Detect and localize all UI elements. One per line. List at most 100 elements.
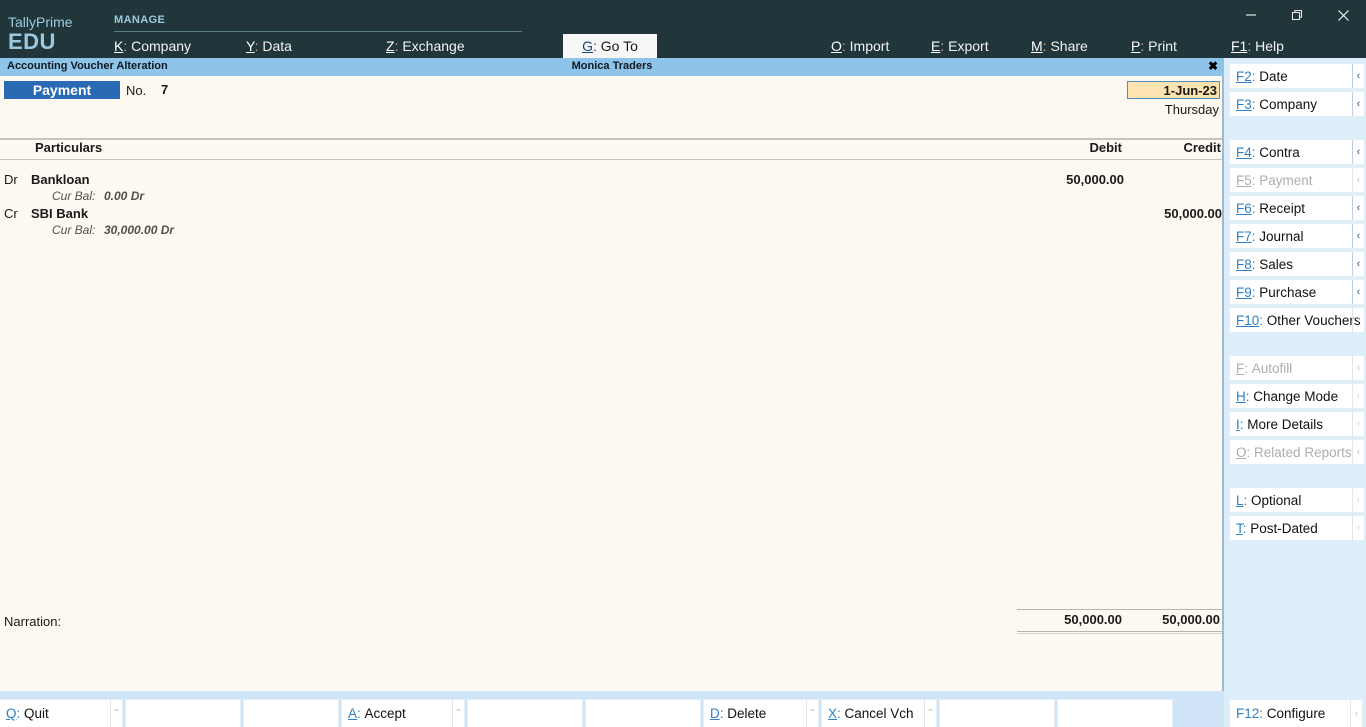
menu-item-share[interactable]: M: Share <box>1031 38 1088 54</box>
bottom-hotkey: X <box>828 706 838 721</box>
bottom-button-cancel-vch[interactable]: X: Cancel Vch ⌃ <box>822 700 936 727</box>
sidebar-button-autofill: F: Autofill ‹ <box>1230 356 1364 380</box>
sidebar-button-sales[interactable]: F8: Sales ‹ <box>1230 252 1364 276</box>
menu-label: Data <box>262 38 292 54</box>
voucher-date-field[interactable]: 1-Jun-23 <box>1127 81 1220 99</box>
entry-ledger-name[interactable]: Bankloan <box>31 172 90 187</box>
configure-button[interactable]: F12: Configure ‹ <box>1230 700 1362 727</box>
chevron-left-icon: ‹ <box>1352 140 1364 164</box>
chevron-left-icon: ‹ <box>1352 412 1364 436</box>
entry-credit-amount[interactable]: 50,000.00 <box>1164 206 1222 221</box>
chevron-left-icon: ‹ <box>1352 280 1364 304</box>
manage-divider <box>114 31 522 32</box>
menu-hotkey: P <box>1131 38 1141 54</box>
totals-divider-bottom2 <box>1017 633 1222 634</box>
menu-label: Import <box>849 38 890 54</box>
sidebar-hotkey: F7 <box>1236 228 1252 244</box>
sidebar-button-label: Receipt <box>1259 200 1306 216</box>
configure-label: Configure <box>1266 706 1326 721</box>
voucher-type-badge[interactable]: Payment <box>4 81 120 99</box>
sidebar-button-label: Company <box>1259 96 1318 112</box>
chevron-left-icon: ‹ <box>1352 168 1364 192</box>
column-header-particulars: Particulars <box>35 140 103 155</box>
menu-label: Help <box>1255 38 1284 54</box>
configure-hotkey: F12 <box>1236 706 1260 721</box>
menu-hotkey: E <box>931 38 941 54</box>
context-bar: Accounting Voucher Alteration Monica Tra… <box>0 58 1224 76</box>
chevron-up-icon: ⌃ <box>924 700 936 727</box>
manage-section-label: MANAGE <box>114 14 166 26</box>
entry-debit-amount[interactable]: 50,000.00 <box>1066 172 1124 187</box>
sidebar-button-other-vouchers[interactable]: F10: Other Vouchers ‹ <box>1230 308 1364 332</box>
sidebar-group-separator <box>1224 468 1366 488</box>
menu-item-company[interactable]: K: Company <box>114 38 191 54</box>
bottom-button-empty <box>940 700 1054 727</box>
menu-label: Exchange <box>402 38 465 54</box>
total-credit: 50,000.00 <box>1162 612 1220 627</box>
close-screen-icon[interactable]: ✖ <box>1208 59 1218 74</box>
menu-item-import[interactable]: O: Import <box>831 38 889 54</box>
menu-item-help[interactable]: F1: Help <box>1231 38 1284 54</box>
bottom-button-delete[interactable]: D: Delete ⌃ <box>704 700 818 727</box>
voucher-panel: Payment No. 7 1-Jun-23 Thursday Particul… <box>0 76 1224 691</box>
sidebar-button-journal[interactable]: F7: Journal ‹ <box>1230 224 1364 248</box>
sidebar-hotkey: O <box>1236 444 1247 460</box>
bottom-button-empty <box>126 700 240 727</box>
menu-item-exchange[interactable]: Z: Exchange <box>386 38 465 54</box>
goto-label: Go To <box>600 38 638 54</box>
sidebar-button-company[interactable]: F3: Company ‹ <box>1230 92 1364 116</box>
tallyprime-window: TallyPrime EDU MANAGE K: Company Y: Data Z… <box>0 0 1366 727</box>
bottom-button-label: Accept <box>364 706 406 721</box>
voucher-entry-row[interactable]: Cr SBI Bank 50,000.00 <box>0 206 1224 223</box>
bottom-button-bar: Q: Quit ⌃ A: Accept ⌃ D: Delete ⌃ X: Cancel Vc… <box>0 691 1224 727</box>
sidebar-hotkey: F6 <box>1236 200 1252 216</box>
close-icon[interactable] <box>1320 0 1366 30</box>
sidebar-hotkey: L <box>1236 492 1244 508</box>
balance-label: Cur Bal: <box>52 189 96 203</box>
sidebar-hotkey: F5 <box>1236 172 1252 188</box>
sidebar-hotkey: F9 <box>1236 284 1252 300</box>
sidebar-button-more-details[interactable]: I: More Details ‹ <box>1230 412 1364 436</box>
chevron-left-icon: ‹ <box>1350 700 1362 727</box>
header-divider-bottom <box>0 159 1224 160</box>
menu-item-data[interactable]: Y: Data <box>246 38 292 54</box>
minimize-icon[interactable] <box>1228 0 1274 30</box>
totals-row: 50,000.00 50,000.00 <box>1017 612 1222 630</box>
entry-ledger-name[interactable]: SBI Bank <box>31 206 88 221</box>
sidebar-hotkey: H <box>1236 388 1246 404</box>
sidebar-button-receipt[interactable]: F6: Receipt ‹ <box>1230 196 1364 220</box>
sidebar-button-optional[interactable]: L: Optional ‹ <box>1230 488 1364 512</box>
menu-item-print[interactable]: P: Print <box>1131 38 1177 54</box>
bottom-button-accept[interactable]: A: Accept ⌃ <box>342 700 464 727</box>
bottom-button-label: Cancel Vch <box>844 706 914 721</box>
sidebar-button-payment: F5: Payment ‹ <box>1230 168 1364 192</box>
menu-hotkey: K <box>114 38 124 54</box>
menu-label: Print <box>1148 38 1177 54</box>
chevron-left-icon: ‹ <box>1352 252 1364 276</box>
sidebar-button-contra[interactable]: F4: Contra ‹ <box>1230 140 1364 164</box>
goto-button[interactable]: G: Go To <box>563 34 657 58</box>
bottom-button-empty <box>468 700 582 727</box>
sidebar-button-date[interactable]: F2: Date ‹ <box>1230 64 1364 88</box>
menu-hotkey: M <box>1031 38 1043 54</box>
sidebar-button-label: More Details <box>1247 416 1324 432</box>
sidebar-hotkey: F2 <box>1236 68 1252 84</box>
sidebar-hotkey: F <box>1236 360 1245 376</box>
sidebar-button-change-mode[interactable]: H: Change Mode ‹ <box>1230 384 1364 408</box>
entry-dr-cr: Cr <box>4 206 18 221</box>
sidebar-group-separator <box>1224 336 1366 356</box>
narration-label[interactable]: Narration: <box>4 614 61 629</box>
sidebar-button-purchase[interactable]: F9: Purchase ‹ <box>1230 280 1364 304</box>
menu-label: Export <box>948 38 989 54</box>
sidebar-group-separator <box>1224 120 1366 140</box>
menu-item-export[interactable]: E: Export <box>931 38 989 54</box>
sidebar-button-label: Optional <box>1251 492 1302 508</box>
sidebar-button-post-dated[interactable]: T: Post-Dated ‹ <box>1230 516 1364 540</box>
voucher-no-value[interactable]: 7 <box>161 82 168 97</box>
restore-icon[interactable] <box>1274 0 1320 30</box>
voucher-entry-row[interactable]: Dr Bankloan 50,000.00 <box>0 172 1224 189</box>
bottom-button-quit[interactable]: Q: Quit ⌃ <box>0 700 122 727</box>
chevron-left-icon: ‹ <box>1352 440 1364 464</box>
menu-hotkey: O <box>831 38 842 54</box>
sidebar-button-label: Autofill <box>1251 360 1293 376</box>
